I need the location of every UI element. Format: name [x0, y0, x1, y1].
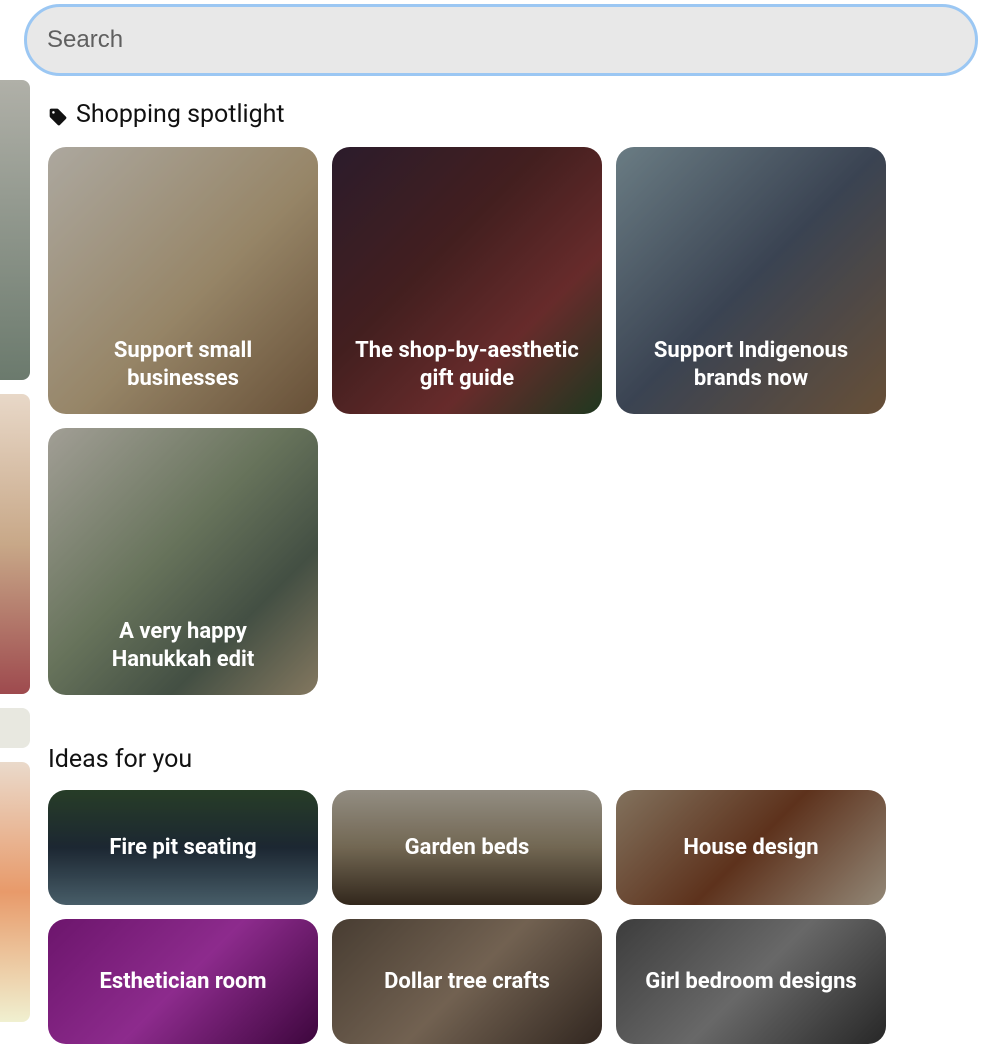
spotlight-tile-support-indigenous[interactable]: Support Indigenous brands now [616, 147, 886, 414]
idea-tile-esthetician-room[interactable]: Esthetician room [48, 919, 318, 1044]
search-input[interactable] [24, 4, 978, 76]
idea-label: Esthetician room [89, 969, 276, 994]
spotlight-grid: Support small businesses The shop-by-aes… [48, 147, 972, 695]
idea-tile-dollar-tree-crafts[interactable]: Dollar tree crafts [332, 919, 602, 1044]
tile-label: Support small businesses [48, 337, 318, 414]
section-header-ideas: Ideas for you [48, 745, 972, 774]
tile-label: The shop-by-aesthetic gift guide [332, 337, 602, 414]
feed-thumbnail [0, 708, 30, 748]
tile-label: A very happy Hanukkah edit [48, 618, 318, 695]
spotlight-tile-shop-by-aesthetic[interactable]: The shop-by-aesthetic gift guide [332, 147, 602, 414]
idea-label: Girl bedroom designs [635, 969, 866, 994]
feed-thumbnail [0, 394, 30, 694]
idea-tile-girl-bedroom-designs[interactable]: Girl bedroom designs [616, 919, 886, 1044]
idea-tile-garden-beds[interactable]: Garden beds [332, 790, 602, 905]
section-ideas: Ideas for you Fire pit seating Garden be… [48, 745, 972, 1044]
feed-thumbnail [0, 80, 30, 380]
idea-label: Fire pit seating [99, 835, 266, 860]
section-title: Shopping spotlight [76, 100, 285, 129]
idea-label: Garden beds [395, 835, 540, 860]
price-tag-icon [48, 105, 68, 125]
ideas-grid: Fire pit seating Garden beds House desig… [48, 790, 972, 1044]
idea-tile-house-design[interactable]: House design [616, 790, 886, 905]
tile-label: Support Indigenous brands now [616, 337, 886, 414]
idea-tile-fire-pit-seating[interactable]: Fire pit seating [48, 790, 318, 905]
spotlight-tile-support-small-businesses[interactable]: Support small businesses [48, 147, 318, 414]
search-bar [24, 4, 978, 76]
background-feed-strip [0, 80, 30, 1024]
idea-label: House design [673, 835, 828, 860]
spotlight-tile-hanukkah-edit[interactable]: A very happy Hanukkah edit [48, 428, 318, 695]
idea-label: Dollar tree crafts [374, 969, 560, 994]
section-header-spotlight: Shopping spotlight [48, 100, 972, 129]
feed-thumbnail [0, 762, 30, 1022]
section-title: Ideas for you [48, 745, 192, 774]
search-suggestions-panel: Shopping spotlight Support small busines… [48, 96, 972, 1044]
